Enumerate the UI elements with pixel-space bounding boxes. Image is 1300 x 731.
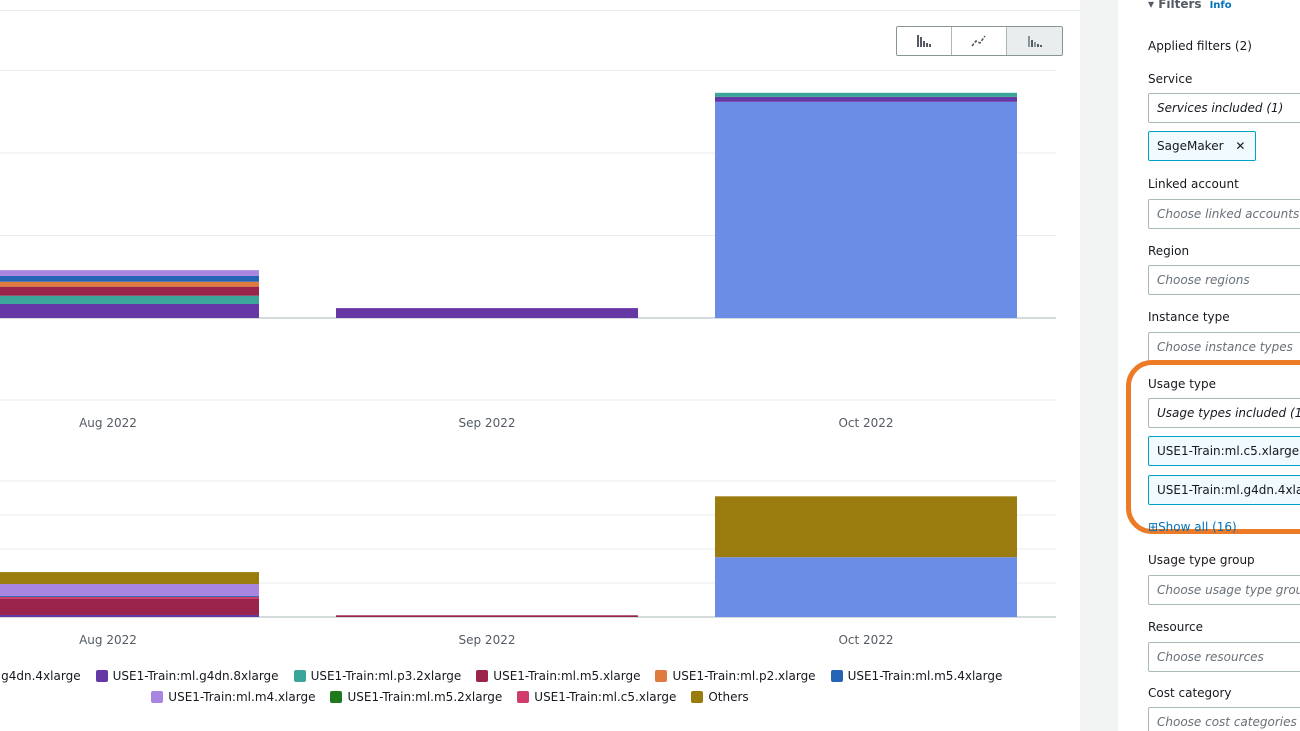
legend-swatch xyxy=(655,669,668,682)
legend-item[interactable]: USE1-Train:ml.m5.4xlarge xyxy=(830,668,1003,683)
filters-header[interactable]: ▾ Filters Info xyxy=(1148,0,1232,11)
instance-type-label: Instance type xyxy=(1148,310,1230,324)
bar-segment xyxy=(715,557,1017,617)
bar-segment xyxy=(0,572,259,585)
instance-type-select[interactable]: Choose instance types xyxy=(1148,332,1300,362)
legend-item[interactable]: USE1-Train:ml.p2.xlarge xyxy=(655,668,816,683)
usage-chart-bottom: Aug 2022 Sep 2022 Oct 2022 xyxy=(0,480,1056,647)
legend-swatch xyxy=(517,690,530,703)
bar-segment xyxy=(0,598,259,615)
bar-segment xyxy=(0,595,259,597)
region-label: Region xyxy=(1148,244,1190,258)
linked-account-label: Linked account xyxy=(1148,177,1239,191)
filters-panel: ▾ Filters Info Applied filters (2) Servic… xyxy=(1118,0,1300,731)
legend-item[interactable]: USE1-Train:ml.m4.xlarge xyxy=(151,690,315,704)
service-token-label: SageMaker xyxy=(1157,139,1224,153)
legend-swatch xyxy=(476,669,489,682)
x-tick-label: Aug 2022 xyxy=(79,633,137,647)
legend-label: USE1-Train:ml.g4dn.4xlarge xyxy=(0,668,81,683)
legend-swatch xyxy=(330,690,343,703)
info-link[interactable]: Info xyxy=(1210,0,1232,11)
legend-item[interactable]: USE1-Train:ml.g4dn.8xlarge xyxy=(95,668,279,683)
usage-type-select[interactable]: Usage types included (16) xyxy=(1148,398,1300,428)
linked-account-select[interactable]: Choose linked accounts xyxy=(1148,199,1300,229)
legend-label: USE1-Train:ml.m4.xlarge xyxy=(168,689,316,704)
usage-type-token[interactable]: USE1-Train:ml.c5.xlarge xyxy=(1148,436,1300,466)
bar-segment xyxy=(0,614,259,617)
resource-select[interactable]: Choose resources xyxy=(1148,642,1300,672)
legend-item[interactable]: USE1-Train:ml.p3.2xlarge xyxy=(293,668,462,683)
usage-type-token[interactable]: USE1-Train:ml.g4dn.4xlarge xyxy=(1148,475,1300,505)
legend-item[interactable]: USE1-Train:ml.m5.xlarge xyxy=(476,669,640,683)
region-select[interactable]: Choose regions xyxy=(1148,265,1300,295)
resource-label: Resource xyxy=(1148,620,1204,634)
remove-icon[interactable]: ✕ xyxy=(1235,139,1245,153)
legend-label: Others xyxy=(708,689,749,704)
service-label: Service xyxy=(1148,72,1193,86)
show-all-label: Show all (16) xyxy=(1158,520,1237,534)
legend-item[interactable]: USE1-Train:ml.m5.2xlarge xyxy=(330,690,502,704)
legend-item[interactable]: Others xyxy=(691,689,749,704)
legend-label: USE1-Train:ml.c5.xlarge xyxy=(534,689,677,704)
applied-filters-label: Applied filters (2) xyxy=(1148,39,1252,53)
legend-label: USE1-Train:ml.p3.2xlarge xyxy=(310,668,462,683)
legend-swatch xyxy=(151,690,164,703)
panel-gutter xyxy=(1080,0,1118,731)
bar-segment xyxy=(715,496,1017,558)
x-tick-label: Oct 2022 xyxy=(838,633,893,647)
legend-swatch xyxy=(95,669,108,682)
service-select[interactable]: Services included (1) xyxy=(1148,93,1300,123)
legend-swatch xyxy=(293,669,306,682)
cost-category-label: Cost category xyxy=(1148,686,1232,700)
chart-panel: Aug 2022 Sep 2022 Oct 2022 Aug 2022 Sep 202… xyxy=(0,0,1080,731)
legend-label: USE1-Train:ml.m5.2xlarge xyxy=(347,689,503,704)
legend-label: USE1-Train:ml.p2.xlarge xyxy=(672,668,816,683)
usage-type-group-label: Usage type group xyxy=(1148,553,1255,567)
bar-segment xyxy=(0,584,259,596)
x-tick-label: Sep 2022 xyxy=(459,633,516,647)
legend-swatch xyxy=(830,669,843,682)
legend-item[interactable]: USE1-Train:ml.c5.xlarge xyxy=(517,690,676,704)
legend-label: USE1-Train:ml.m5.xlarge xyxy=(493,668,641,683)
bar-segment xyxy=(336,615,638,617)
expand-icon: ⊞ xyxy=(1148,520,1159,534)
bar-segment xyxy=(0,596,259,599)
filters-title: Filters xyxy=(1158,0,1202,11)
show-all-link[interactable]: ⊞Show all (16) xyxy=(1148,520,1237,534)
service-token[interactable]: SageMaker ✕ xyxy=(1148,131,1256,161)
legend-item[interactable]: USE1-Train:ml.g4dn.4xlarge xyxy=(0,669,81,683)
legend-label: USE1-Train:ml.m5.4xlarge xyxy=(847,668,1003,683)
chart-legend: USE1-Train:ml.g4dn.4xlarge USE1-Train:ml.… xyxy=(0,665,1003,707)
cost-category-select[interactable]: Choose cost categories xyxy=(1148,707,1300,731)
usage-type-label: Usage type xyxy=(1148,377,1217,391)
legend-swatch xyxy=(691,690,704,703)
usage-type-group-select[interactable]: Choose usage type groups xyxy=(1148,575,1300,605)
legend-label: USE1-Train:ml.g4dn.8xlarge xyxy=(112,668,279,683)
